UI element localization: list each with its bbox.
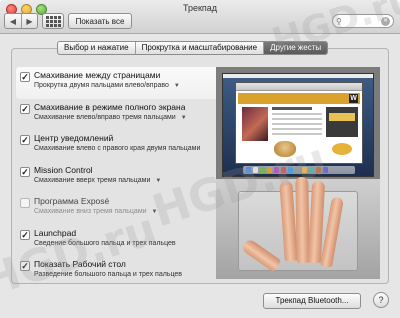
preview-dock (243, 166, 355, 174)
chevron-down-icon[interactable]: ▼ (152, 209, 158, 215)
option-gesture-menu[interactable]: Прокрутка двумя пальцами влево/вправо ▼ (34, 81, 226, 91)
preview-page-banner: W (238, 93, 360, 104)
chevron-down-icon[interactable]: ▼ (155, 178, 161, 184)
preview-browser-window: W (235, 82, 363, 164)
tab-bar: Выбор и нажатие Прокрутка и масштабирова… (57, 41, 329, 55)
preview-page-photo (242, 107, 268, 141)
gesture-options-list: ✓ Смахивание между страницами Прокрутка … (16, 67, 235, 288)
option-title: Mission Control (34, 164, 93, 175)
option-title: Центр уведомлений (34, 133, 114, 143)
option-title: Показать Рабочий стол (34, 259, 126, 269)
preview-page-sidebar (326, 107, 358, 137)
option-swipe-full-screen-apps[interactable]: ✓ Смахивание в режиме полного экрана Сма… (20, 99, 226, 131)
checkbox-show-desktop[interactable]: ✓ (20, 261, 30, 271)
checkbox-swipe-full-screen-apps[interactable]: ✓ (20, 103, 30, 114)
option-title: Смахивание между страницами (34, 70, 161, 80)
option-show-desktop[interactable]: ✓ Показать Рабочий стол Разведение больш… (20, 256, 226, 288)
option-title: Программа Exposé (34, 196, 110, 206)
preferences-window: Трекпад ◀ ▶ Показать все ⚲ ✕ Выбор и наж… (0, 0, 400, 318)
tab-scroll-and-zoom[interactable]: Прокрутка и масштабирование (134, 42, 264, 54)
preview-page-logo: W (349, 94, 358, 103)
show-all-button[interactable]: Показать все (68, 13, 132, 29)
option-swipe-between-pages[interactable]: ✓ Смахивание между страницами Прокрутка … (16, 67, 235, 99)
chevron-down-icon[interactable]: ▼ (181, 115, 187, 121)
preview-page-text (272, 107, 322, 138)
option-subtitle: Смахивание вниз тремя пальцами (34, 208, 147, 215)
checkbox-launchpad[interactable]: ✓ (20, 229, 30, 240)
option-mission-control[interactable]: ✓ Mission Control Смахивание вверх тремя… (20, 162, 226, 194)
forward-icon[interactable]: ▶ (21, 14, 37, 28)
help-icon[interactable]: ? (373, 292, 389, 308)
window-title: Трекпад (182, 3, 218, 13)
toolbar: Трекпад ◀ ▶ Показать все ⚲ ✕ (0, 0, 400, 34)
checkbox-mission-control[interactable]: ✓ (20, 166, 30, 177)
option-launchpad[interactable]: ✓ Launchpad Сведение большого пальца и т… (20, 225, 226, 257)
option-subtitle: Прокрутка двумя пальцами влево/вправо (34, 82, 169, 89)
option-title: Смахивание в режиме полного экрана (34, 101, 186, 112)
option-gesture-menu[interactable]: Смахивание вниз тремя пальцами ▼ (34, 207, 226, 217)
bluetooth-trackpad-button[interactable]: Трекпад Bluetooth... (263, 293, 361, 309)
preview-page-cake-image (274, 141, 296, 157)
search-icon: ⚲ (336, 17, 342, 26)
back-icon[interactable]: ◀ (5, 14, 21, 28)
tab-more-gestures[interactable]: Другие жесты (263, 42, 328, 54)
checkbox-notification-center[interactable]: ✓ (20, 135, 30, 145)
navigation-buttons: ◀ ▶ (4, 13, 38, 29)
option-subtitle: Разведение большого пальца и трех пальце… (34, 271, 183, 278)
option-subtitle: Смахивание вверх тремя пальцами (34, 176, 151, 184)
preview-page-fish-image (332, 143, 352, 155)
search-input[interactable]: ⚲ ✕ (332, 14, 394, 28)
preview-screen: W (222, 73, 374, 177)
option-gesture-menu[interactable]: Смахивание влево/вправо тремя пальцами ▼ (34, 113, 226, 123)
option-subtitle: Сведение большого пальца и трех пальцев (34, 239, 176, 247)
option-title: Launchpad (34, 227, 77, 238)
option-app-expose[interactable]: Программа Exposé Смахивание вниз тремя п… (20, 193, 226, 225)
grid-view-icon[interactable] (42, 13, 64, 29)
option-notification-center[interactable]: ✓ Центр уведомлений Смахивание влево с п… (20, 130, 226, 162)
tab-point-and-click[interactable]: Выбор и нажатие (58, 42, 135, 54)
option-gesture-menu[interactable]: Смахивание вверх тремя пальцами ▼ (34, 176, 226, 186)
clear-search-icon[interactable]: ✕ (381, 17, 390, 26)
option-subtitle: Смахивание влево с правого края двумя па… (34, 145, 201, 152)
option-subtitle: Смахивание влево/вправо тремя пальцами (34, 113, 176, 121)
checkbox-swipe-between-pages[interactable]: ✓ (20, 72, 30, 82)
preview-menubar (223, 74, 373, 78)
checkbox-app-expose[interactable] (20, 198, 30, 208)
chevron-down-icon[interactable]: ▼ (174, 83, 180, 89)
gesture-preview-video: W (216, 67, 380, 279)
